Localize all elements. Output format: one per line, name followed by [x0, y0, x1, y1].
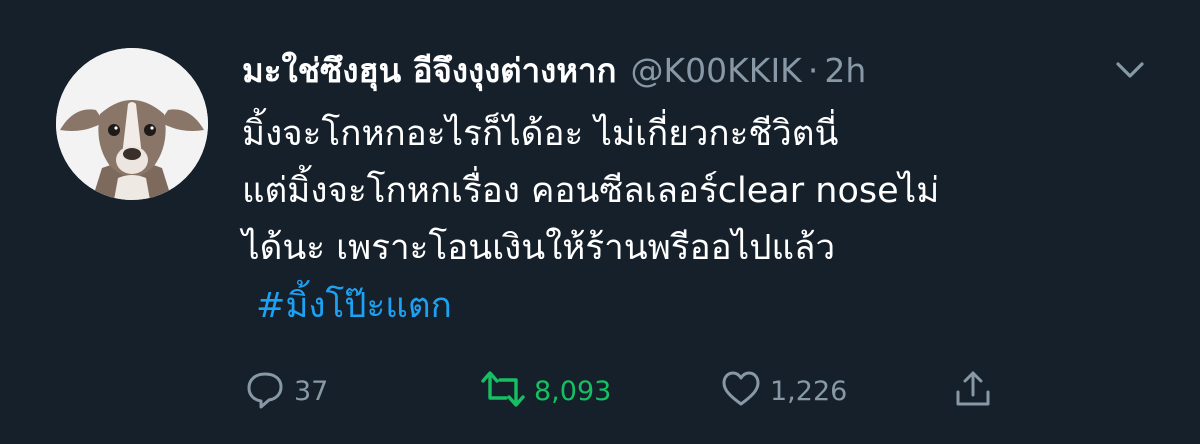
- hashtag-link[interactable]: #มิ้งโป๊ะแตก: [256, 278, 1142, 335]
- avatar[interactable]: [56, 48, 208, 200]
- separator-dot: ·: [807, 50, 819, 90]
- share-button[interactable]: [952, 366, 994, 416]
- dog-avatar-image: [56, 48, 208, 200]
- tweet-header: มะใช่ซึงฮุน อีจึงงุงต่างหาก @K00KKIK · 2…: [242, 44, 866, 96]
- share-icon: [952, 368, 994, 414]
- tweet-text-line: มิ้งจะโกหกอะไรก็ได้อะ ไม่เกี่ยวกะชีวิตนี…: [242, 114, 839, 154]
- tweet-text-line: แต่มิ้งจะโกหกเรื่อง คอนซีลเลอร์clear nos…: [242, 171, 940, 211]
- tweet-actions: 37 8,093 1,226: [244, 366, 1004, 416]
- chevron-down-icon[interactable]: [1112, 56, 1148, 84]
- reply-count: 37: [294, 375, 329, 407]
- reply-icon: [244, 368, 286, 414]
- retweet-icon: [480, 368, 526, 414]
- user-handle[interactable]: @K00KKIK: [631, 51, 802, 90]
- retweet-count: 8,093: [534, 375, 612, 407]
- tweet-text: มิ้งจะโกหกอะไรก็ได้อะ ไม่เกี่ยวกะชีวิตนี…: [242, 106, 1142, 335]
- like-button[interactable]: 1,226: [720, 366, 847, 416]
- display-name[interactable]: มะใช่ซึงฮุน อีจึงงุงต่างหาก: [242, 44, 617, 97]
- retweet-button[interactable]: 8,093: [480, 366, 611, 416]
- reply-button[interactable]: 37: [244, 366, 328, 416]
- heart-icon: [720, 368, 762, 414]
- tweet-text-line: ได้นะ เพราะโอนเงินให้ร้านพรีออไปแล้ว: [242, 228, 836, 268]
- timestamp[interactable]: 2h: [824, 51, 866, 90]
- like-count: 1,226: [770, 375, 848, 407]
- tweet: มะใช่ซึงฮุน อีจึงงุงต่างหาก @K00KKIK · 2…: [0, 0, 1200, 444]
